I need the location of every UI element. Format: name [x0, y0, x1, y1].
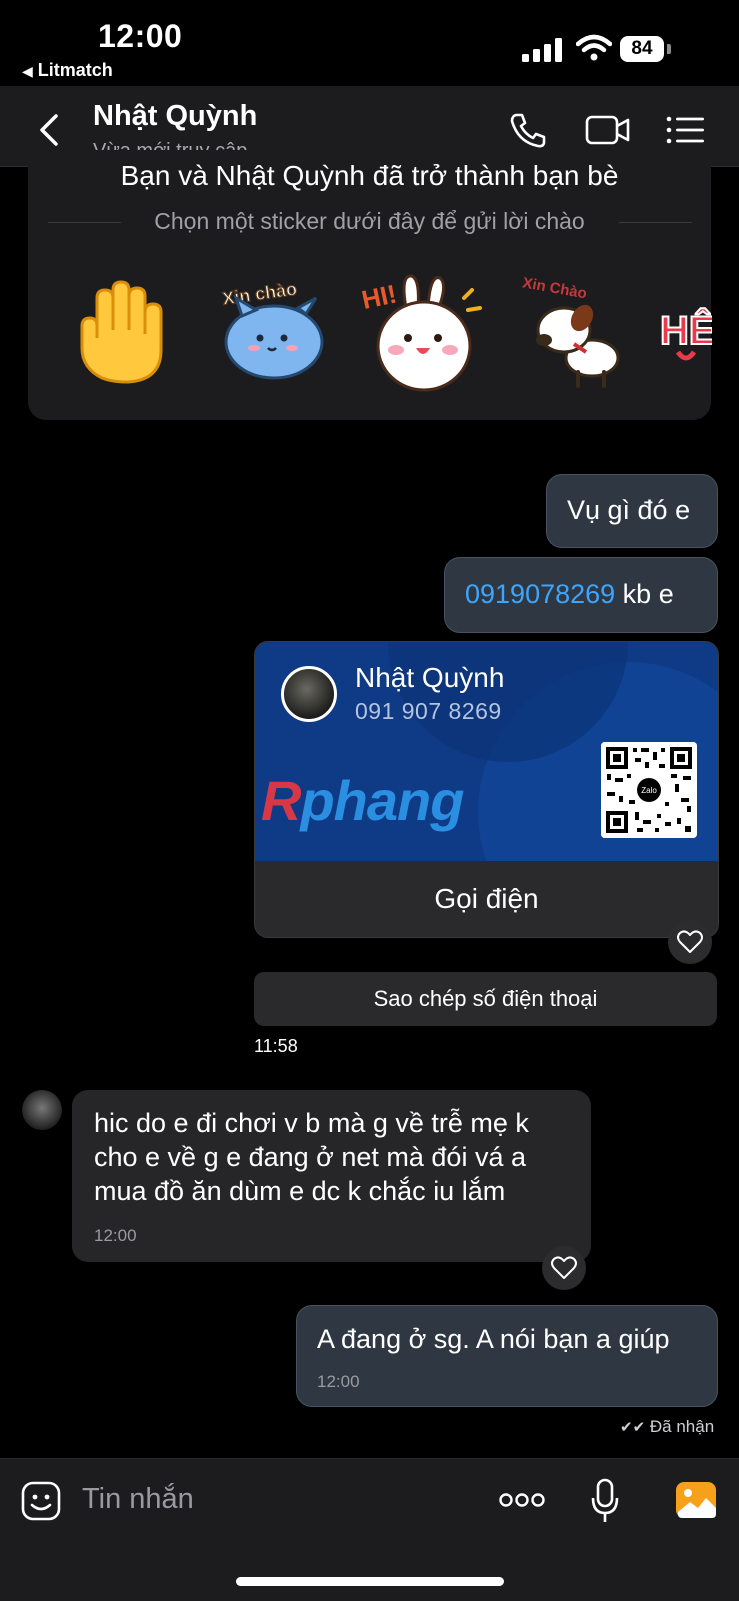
- friend-notice-subtitle: Chọn một sticker dưới đây để gửi lời chà…: [154, 208, 585, 234]
- call-button[interactable]: Gọi điện: [255, 861, 718, 937]
- heart-icon: [551, 1256, 577, 1279]
- message-text: hic do e đi chơi v b mà g về trễ mẹ k ch…: [94, 1106, 529, 1208]
- battery-tip: [667, 44, 671, 54]
- svg-text:Xin Chào: Xin Chào: [521, 274, 588, 302]
- message-line: hic do e đi chơi v b mà g về trễ mẹ k: [94, 1108, 529, 1138]
- sender-avatar[interactable]: [22, 1090, 62, 1130]
- message-text: A đang ở sg. A nói bạn a giúp: [317, 1324, 670, 1354]
- message-bubble-outgoing[interactable]: 0919078269 kb e: [444, 557, 718, 633]
- svg-text:HI!: HI!: [359, 278, 399, 315]
- battery-level: 84: [620, 36, 664, 62]
- card-logo: Rphang: [261, 768, 464, 833]
- contact-card-header: Nhật Quỳnh 091 907 8269 Rphang Zalo: [255, 642, 718, 861]
- message-line: mua đồ ăn dùm e dc k chắc iu lắm: [94, 1176, 506, 1206]
- phone-call-icon[interactable]: [506, 110, 550, 150]
- message-timestamp: 11:58: [254, 1036, 298, 1056]
- blue-cat-sticker[interactable]: Xin chào: [212, 268, 340, 396]
- back-chevron-icon[interactable]: [30, 108, 70, 152]
- menu-list-icon[interactable]: [664, 110, 708, 150]
- back-to-app-link[interactable]: ◀ Litmatch: [22, 60, 113, 81]
- contact-avatar[interactable]: [281, 666, 337, 722]
- svg-text:HÊ: HÊ: [660, 307, 712, 353]
- card-logo-first: R: [261, 769, 301, 832]
- signal-icon: [522, 38, 562, 62]
- qr-code-icon[interactable]: Zalo: [601, 742, 697, 838]
- message-text: Vụ gì đó e: [567, 495, 691, 525]
- message-timestamp: 12:00: [317, 1372, 360, 1391]
- message-text: 0919078269 kb e: [465, 577, 674, 611]
- waving-hand-icon[interactable]: [62, 268, 190, 396]
- react-heart-button[interactable]: [542, 1246, 586, 1290]
- battery-indicator: 84: [620, 36, 672, 62]
- message-text-tail: kb e: [615, 579, 674, 609]
- message-bubble-outgoing[interactable]: A đang ở sg. A nói bạn a giúp 12:00: [296, 1305, 718, 1407]
- double-check-icon: ✔✔: [620, 1419, 646, 1436]
- message-line: cho e về g e đang ở net mà đói vá a: [94, 1142, 526, 1172]
- card-logo-rest: phang: [300, 769, 464, 832]
- message-timestamp: 12:00: [94, 1226, 137, 1245]
- contact-card-name: Nhật Quỳnh: [355, 662, 505, 693]
- message-bubble-incoming[interactable]: hic do e đi chơi v b mà g về trễ mẹ k ch…: [72, 1090, 591, 1262]
- friend-notice-title: Bạn và Nhật Quỳnh đã trở thành bạn bè: [120, 160, 619, 191]
- delivery-status-label: Đã nhận: [649, 1417, 715, 1436]
- svg-text:Xin chào: Xin chào: [221, 279, 298, 309]
- bunny-sticker[interactable]: HI!: [358, 268, 486, 396]
- video-call-icon[interactable]: [584, 110, 632, 150]
- microphone-icon[interactable]: [590, 1478, 620, 1524]
- back-app-label: Litmatch: [37, 60, 113, 80]
- copy-phone-button[interactable]: Sao chép số điện thoại: [254, 972, 717, 1026]
- back-triangle-icon: ◀: [22, 63, 33, 79]
- delivery-status: ✔✔ Đã nhận: [620, 1417, 714, 1437]
- contact-card[interactable]: Nhật Quỳnh 091 907 8269 Rphang Zalo Gọi …: [254, 641, 719, 938]
- emoji-sticker-icon[interactable]: [20, 1480, 62, 1522]
- message-bubble-outgoing[interactable]: Vụ gì đó e: [546, 474, 718, 548]
- message-input[interactable]: Tin nhắn: [82, 1483, 194, 1516]
- contact-name[interactable]: Nhật Quỳnh: [93, 100, 257, 133]
- status-time: 12:00: [98, 18, 183, 54]
- dog-sticker[interactable]: Xin Chào: [508, 268, 636, 396]
- wifi-icon: [576, 34, 612, 61]
- hello-sticker[interactable]: HÊ: [654, 268, 712, 396]
- svg-text:Zalo: Zalo: [641, 786, 657, 795]
- phone-number-link[interactable]: 0919078269: [465, 579, 615, 609]
- react-heart-button[interactable]: [668, 920, 712, 964]
- home-indicator: [236, 1577, 504, 1586]
- image-gallery-icon[interactable]: [674, 1480, 718, 1520]
- contact-card-phone: 091 907 8269: [355, 698, 502, 724]
- heart-icon: [677, 930, 703, 953]
- more-options-icon[interactable]: [498, 1490, 546, 1510]
